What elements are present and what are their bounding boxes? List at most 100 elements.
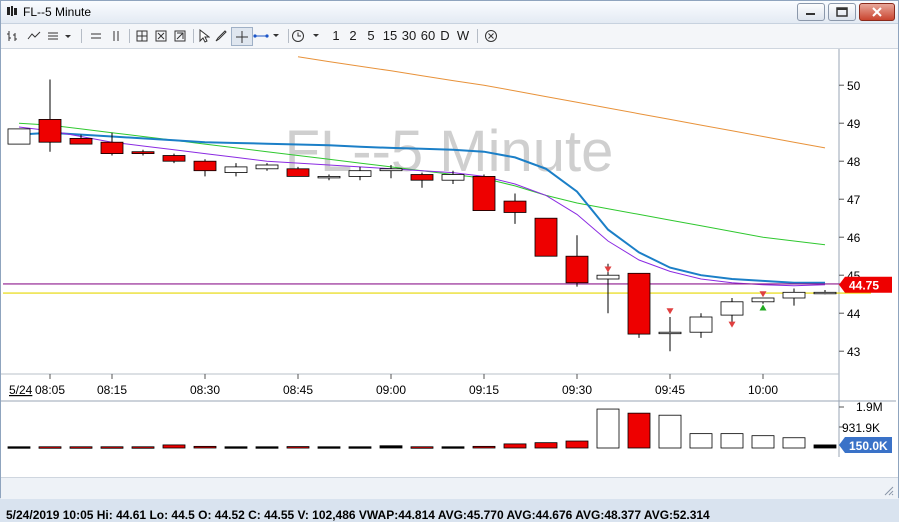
volume-bar: [379, 445, 403, 449]
zoom-fit-button[interactable]: [152, 27, 170, 44]
resize-grip-icon[interactable]: [884, 486, 894, 496]
line-chart-icon: [27, 31, 41, 39]
volume-bar: [534, 442, 558, 449]
interval-15-button[interactable]: 15: [382, 27, 398, 44]
indicators-icon: [48, 32, 71, 39]
volume-bar: [224, 446, 248, 449]
line-style-button[interactable]: [25, 27, 43, 44]
candle-body: [255, 164, 279, 170]
toolbar-separator: [129, 29, 130, 43]
x-tick-label: 09:15: [469, 383, 499, 397]
candle-body: [782, 291, 806, 299]
zoom-box-icon: [136, 30, 148, 41]
volume-bar: [286, 446, 310, 449]
zoom-reset-button[interactable]: [171, 27, 189, 44]
equal-lines-button[interactable]: [87, 27, 105, 44]
bar-chart-icon: [7, 30, 17, 41]
interval-day-button[interactable]: D: [439, 27, 451, 44]
pointer-icon: [199, 28, 210, 43]
candle-body: [658, 331, 682, 335]
candle-body: [379, 168, 403, 172]
toolbar-separator: [288, 29, 289, 43]
interval-1-button[interactable]: 1: [330, 27, 342, 44]
candle-body: [813, 291, 837, 295]
candle-body: [317, 176, 341, 179]
title-bar[interactable]: FL--5 Minute: [1, 1, 898, 24]
trendline-icon: [253, 33, 279, 38]
volume-bar: [596, 408, 620, 449]
interval-60-button[interactable]: 60: [420, 27, 436, 44]
bar-style-button[interactable]: [4, 27, 22, 44]
candle-body: [286, 168, 310, 177]
candle-body: [348, 170, 372, 177]
y-tick-label: 49: [847, 117, 861, 131]
price-chart[interactable]: FL--5 Minute434445464748495008:05 08:15 08…: [1, 49, 896, 457]
candle-body: [131, 151, 155, 154]
interval-week-button[interactable]: W: [456, 27, 470, 44]
x-tick-label: 09:30: [562, 383, 592, 397]
candle-body: [627, 272, 651, 335]
volume-bar: [410, 446, 434, 449]
volume-bar: [100, 446, 124, 449]
chart-toolbar: 1 2 5 15 30 60 D W: [1, 24, 898, 49]
candle-body: [565, 255, 589, 284]
candle-body: [100, 141, 124, 154]
volume-bar: [565, 440, 589, 449]
volume-bar: [658, 414, 682, 449]
candle-body: [689, 316, 713, 333]
minimize-icon: [806, 13, 815, 15]
x-tick-label: 08:30: [190, 383, 220, 397]
chart-area[interactable]: FL--5 Minute 43 44 45 46 47 48 49 50 08:05 08:15 08…: [1, 49, 898, 522]
volume-bar: [317, 446, 341, 449]
candle-body: [38, 119, 62, 143]
minimize-button[interactable]: [797, 3, 825, 21]
candle-body: [410, 174, 434, 181]
interval-30-button[interactable]: 30: [401, 27, 417, 44]
pen-icon: [215, 29, 227, 41]
maximize-button[interactable]: [828, 3, 856, 21]
volume-bar: [720, 433, 744, 449]
zoom-reset-icon: [174, 30, 186, 41]
volume-bar: [441, 446, 465, 449]
volume-bar: [503, 443, 527, 449]
interval-menu-button[interactable]: [291, 27, 325, 44]
candle-body: [224, 166, 248, 174]
vertical-lines-icon: [113, 30, 119, 41]
volume-bar: [627, 412, 651, 449]
date-label: 5/24: [9, 383, 33, 397]
candle-body: [472, 176, 496, 212]
volume-bar: [162, 444, 186, 449]
x-tick-label: 08:05: [35, 383, 65, 397]
volume-tick-label: 1.9M: [856, 400, 883, 414]
cancel-icon: [485, 29, 497, 42]
interval-5-button[interactable]: 5: [365, 27, 377, 44]
candle-body: [69, 138, 93, 145]
candle-body: [720, 301, 744, 316]
volume-bar: [348, 446, 372, 449]
y-tick-label: 48: [847, 155, 861, 169]
close-button[interactable]: [859, 3, 895, 21]
pointer-tool-button[interactable]: [196, 27, 212, 44]
status-readout: 5/24/2019 10:05 Hi: 44.61 Lo: 44.5 O: 44…: [6, 508, 710, 522]
line-tool-menu-button[interactable]: [253, 27, 285, 44]
price-plot-area: [3, 51, 839, 374]
last-price-label: 44.75: [849, 279, 879, 293]
bottom-strip: [1, 477, 898, 499]
zoom-fit-icon: [155, 30, 167, 41]
x-tick-label: 09:45: [655, 383, 685, 397]
indicator-menu-button[interactable]: [46, 27, 74, 44]
draw-tool-button[interactable]: [213, 27, 229, 44]
crosshair-tool-button[interactable]: [231, 27, 253, 46]
y-tick-label: 44: [847, 307, 861, 321]
crosshair-icon: [236, 30, 248, 43]
cancel-button[interactable]: [483, 27, 499, 44]
zoom-box-button[interactable]: [133, 27, 151, 44]
vertical-lines-button[interactable]: [107, 27, 125, 44]
candle-body: [162, 155, 186, 162]
x-tick-label: 09:00: [376, 383, 406, 397]
interval-2-button[interactable]: 2: [347, 27, 359, 44]
toolbar-separator: [81, 29, 82, 43]
toolbar-separator: [477, 29, 478, 43]
maximize-icon: [836, 7, 848, 17]
volume-bar: [7, 446, 31, 449]
